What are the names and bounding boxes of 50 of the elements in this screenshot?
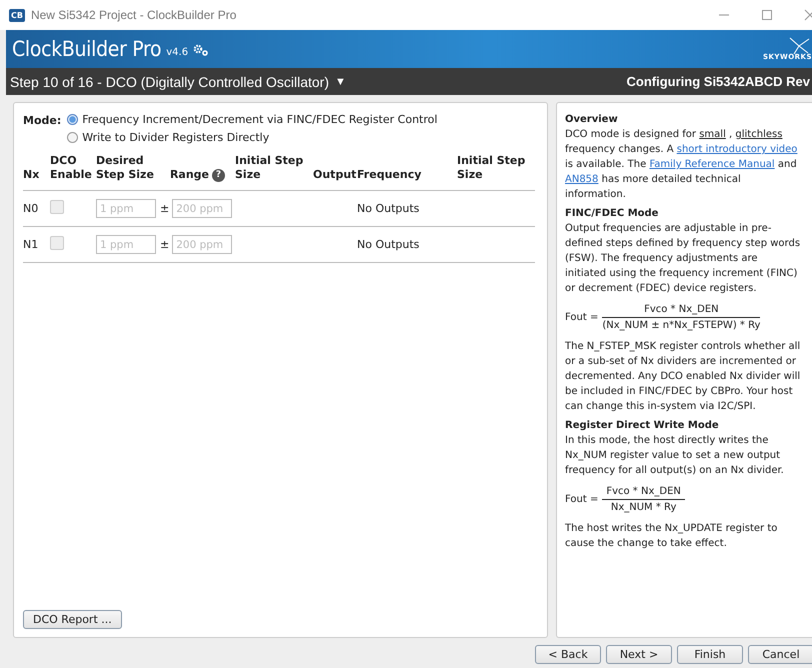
radio-option[interactable]: Frequency Increment/Decrement via FINC/FDEC Register Control — [67, 113, 438, 126]
dco-report-button[interactable]: DCO Report ... — [23, 610, 122, 629]
help-heading: FINC/FDEC Mode — [565, 207, 660, 221]
formula-numerator: Fvco * Nx_DEN — [602, 484, 685, 500]
version-label: v4.6 — [166, 46, 188, 58]
help-paragraph: DCO mode is designed for small , glitchless frequency changes. A short introductory video is available. The Family Reference Manual and AN858 has more detailed technical information. — [565, 128, 798, 202]
help-paragraph: The N_FSTEP_MSK register controls whether all or a sub-set of Nx dividers are incremented or decremented. Any DCO enabled Nx divider will be included in FINC/FDEC by CBPro. Your host can change this in-system via I2C/SPI. — [565, 340, 801, 414]
maximize-icon[interactable] — [761, 9, 773, 21]
step-menu-glyph[interactable]: ▼ — [335, 76, 346, 88]
step-title[interactable]: Step 10 of 16 - DCO (Digitally Controlled Oscillator) — [10, 74, 330, 90]
help-icon[interactable]: ? — [212, 168, 225, 182]
help-link[interactable]: Family Reference Manual — [649, 159, 775, 170]
table-cell-text: N1 — [23, 238, 40, 251]
column-header: Initial Step Size — [457, 154, 526, 182]
table-cell-text: No Outputs — [357, 238, 420, 251]
radio-option[interactable]: Write to Divider Registers Directly — [67, 131, 438, 144]
product-name: ClockBuilder Pro — [12, 37, 162, 61]
nav-button[interactable]: Cancel — [748, 645, 812, 664]
configuring-label: Configuring Si5342ABCD Rev — [626, 74, 810, 89]
formula-lhs: Fout = — [565, 311, 598, 325]
app-icon: CB — [9, 8, 25, 22]
plus-minus-sign: ± — [160, 202, 170, 215]
formula-lhs: Fout = — [565, 493, 598, 507]
help-link[interactable]: AN858 — [565, 174, 598, 185]
help-heading: Overview — [565, 113, 619, 127]
column-header: Frequency — [357, 168, 422, 182]
nav-button[interactable]: Finish — [677, 645, 743, 664]
nav-button[interactable]: Next > — [606, 645, 672, 664]
help-paragraph: Output frequencies are adjustable in pre-defined steps defined by frequency step words (FSW). The frequency adjustments are initiated using the frequency increment (FINC) or decrement (FDEC) device registers. — [565, 222, 801, 296]
formula-numerator: Fvco * Nx_DEN — [602, 302, 760, 318]
window-title: New Si5342 Project - ClockBuilder Pro — [30, 8, 236, 22]
table-cell-text: N0 — [23, 202, 40, 215]
column-header: Initial Step Size — [235, 154, 304, 182]
column-header: DCO Enable — [50, 154, 93, 182]
table-cell-text: No Outputs — [357, 202, 420, 215]
column-header: Range — [170, 168, 209, 182]
plus-minus-sign: ± — [160, 238, 170, 251]
column-header: Nx — [23, 168, 40, 182]
nav-button[interactable]: < Back — [535, 645, 601, 664]
formula-denominator: (Nx_NUM ± n*Nx_FSTEPW) * Ry — [602, 319, 760, 333]
help-link[interactable]: short introductory video — [676, 144, 798, 155]
help-paragraph: In this mode, the host directly writes the Nx_NUM register value to set a new output frequency for all output(s) on an Nx divider. — [565, 434, 785, 478]
mode-label: Mode: — [23, 113, 62, 129]
help-paragraph: The host writes the Nx_UPDATE register to cause the change to take effect. — [565, 522, 778, 551]
star-logo-icon — [788, 37, 810, 55]
help-heading: Register Direct Write Mode — [565, 419, 720, 433]
column-header: Output — [313, 168, 356, 182]
column-header: Desired Step Size — [96, 154, 155, 182]
gear-icon[interactable] — [193, 44, 210, 56]
formula-denominator: Nx_NUM * Ry — [610, 501, 676, 515]
